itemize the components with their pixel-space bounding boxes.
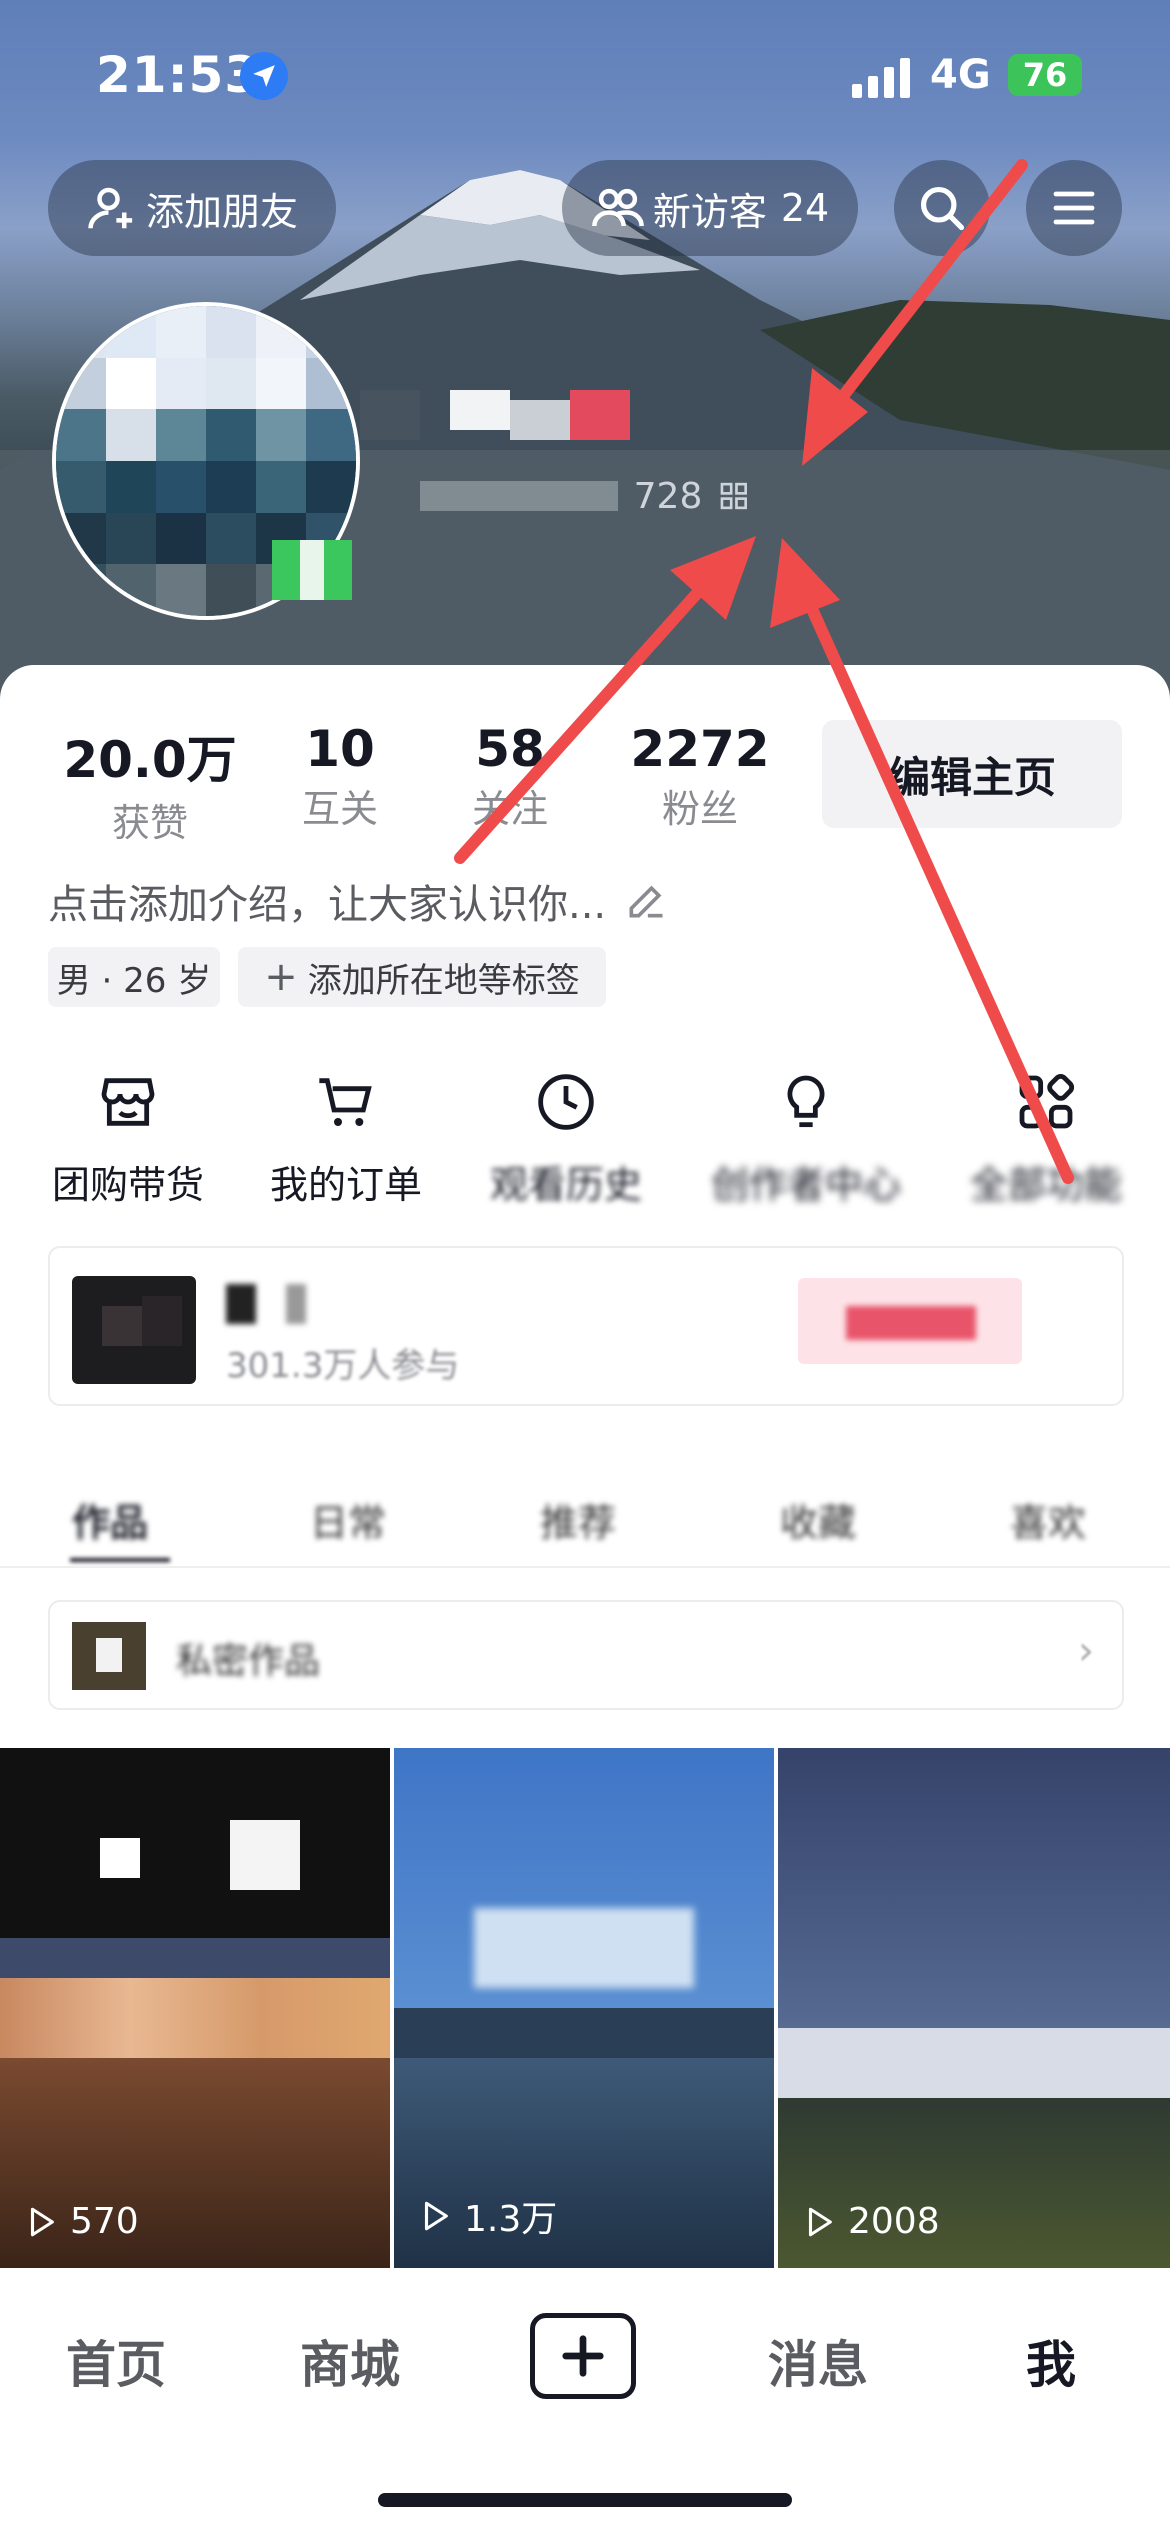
stat-likes[interactable]: 20.0万 获赞	[40, 720, 260, 847]
private-works-row[interactable]: 私密作品 ›	[48, 1600, 1124, 1710]
status-time: 21:53	[96, 46, 261, 104]
stat-followers[interactable]: 2272 粉丝	[620, 720, 780, 833]
promo-title-redacted	[226, 1284, 486, 1324]
promo-action-button[interactable]	[798, 1278, 1022, 1364]
stat-mutual[interactable]: 10 互关	[270, 720, 410, 833]
people-icon	[591, 188, 644, 227]
store-icon	[101, 1078, 155, 1126]
tab-favorites[interactable]: 收藏	[780, 1492, 856, 1547]
stat-value: 2272	[630, 720, 770, 778]
my-orders-button[interactable]: 我的订单	[236, 1070, 456, 1209]
network-type: 4G	[930, 52, 991, 98]
play-count: 1.3万	[418, 2190, 557, 2242]
tab-likes[interactable]: 喜欢	[1010, 1492, 1086, 1547]
function-label: 创作者中心	[710, 1163, 901, 1207]
search-icon	[920, 186, 965, 231]
nav-me[interactable]: 我	[1026, 2325, 1076, 2397]
qr-code-icon[interactable]	[718, 480, 750, 512]
battery-icon: 76	[1008, 54, 1082, 96]
creator-center-button[interactable]: 创作者中心	[696, 1070, 916, 1209]
tab-daily[interactable]: 日常	[310, 1492, 386, 1547]
add-location-label: 添加所在地等标签	[307, 960, 580, 1001]
stat-value: 10	[305, 720, 375, 778]
pencil-icon	[629, 885, 663, 918]
tabs-divider	[0, 1566, 1170, 1568]
lightbulb-icon	[787, 1075, 825, 1128]
function-label: 观看历史	[489, 1163, 642, 1207]
play-count: 2008	[802, 2201, 940, 2242]
gender-age-tag[interactable]: 男 · 26 岁	[48, 947, 220, 1007]
douyin-id-text: 728	[633, 475, 703, 517]
plus-icon: +	[264, 954, 298, 1000]
tab-works[interactable]: 作品	[72, 1492, 148, 1547]
menu-button[interactable]	[1026, 160, 1122, 256]
new-visitors-label: 新访客	[652, 189, 767, 234]
video-thumbnail[interactable]: 570	[0, 1748, 390, 2268]
content-tabs: 作品 日常 推荐 收藏 喜欢	[0, 1472, 1170, 1568]
promo-participants: 301.3万人参与	[226, 1346, 460, 1386]
function-label: 全部功能	[969, 1163, 1122, 1207]
plus-icon	[562, 2335, 604, 2377]
nickname-redacted	[360, 370, 630, 450]
play-count-value: 1.3万	[464, 2199, 558, 2240]
add-friend-button[interactable]: 添加朋友	[48, 160, 336, 256]
hamburger-menu-icon	[1053, 191, 1095, 225]
search-button[interactable]	[894, 160, 990, 256]
status-bar: 21:53 4G 76	[0, 0, 1170, 150]
stat-following[interactable]: 58 关注	[440, 720, 580, 833]
private-works-thumbnail	[72, 1622, 146, 1690]
video-thumbnail[interactable]: 1.3万	[394, 1748, 774, 2268]
all-functions-button[interactable]: 全部功能	[936, 1070, 1156, 1209]
new-visitors-count: 24	[780, 186, 830, 230]
stat-value: 58	[475, 720, 545, 778]
grid-icon	[1019, 1073, 1075, 1129]
stat-label: 获赞	[111, 801, 188, 845]
cart-icon	[319, 1078, 372, 1126]
play-count-value: 2008	[848, 2201, 940, 2242]
douyin-id-redacted	[420, 481, 618, 511]
stat-value: 20.0万	[63, 731, 237, 789]
douyin-id-row[interactable]: 728	[420, 475, 750, 517]
tab-recommend[interactable]: 推荐	[540, 1492, 616, 1547]
play-icon	[30, 2207, 54, 2236]
online-badge	[272, 540, 352, 600]
nav-messages[interactable]: 消息	[768, 2325, 868, 2397]
promo-thumbnail	[72, 1276, 196, 1384]
video-thumbnail[interactable]: 2008	[778, 1748, 1170, 2268]
new-visitors-button[interactable]: 新访客 24	[562, 160, 858, 256]
bottom-navigation: 首页 商城 消息 我	[0, 2275, 1170, 2532]
stat-label: 关注	[471, 787, 548, 831]
home-indicator	[378, 2493, 792, 2507]
stat-label: 粉丝	[661, 787, 738, 831]
nav-home[interactable]: 首页	[66, 2325, 166, 2397]
stat-label: 互关	[301, 787, 378, 831]
play-icon	[424, 2201, 448, 2231]
add-person-icon	[88, 187, 133, 229]
bio-row[interactable]: 点击添加介绍，让大家认识你...	[48, 872, 668, 930]
watch-history-button[interactable]: 观看历史	[456, 1070, 676, 1209]
play-icon	[808, 2207, 832, 2236]
clock-icon	[538, 1074, 594, 1130]
play-count: 570	[24, 2201, 139, 2242]
create-post-button[interactable]	[530, 2313, 636, 2399]
function-label: 团购带货	[51, 1163, 204, 1207]
edit-profile-button[interactable]: 编辑主页	[822, 720, 1122, 828]
tab-indicator	[70, 1558, 170, 1562]
add-friend-label: 添加朋友	[145, 189, 298, 234]
play-count-value: 570	[70, 2201, 139, 2242]
promo-card[interactable]: 301.3万人参与	[48, 1246, 1124, 1406]
nav-mall[interactable]: 商城	[300, 2325, 400, 2397]
signal-bars-icon	[852, 58, 910, 98]
battery-level: 76	[1022, 56, 1068, 94]
add-location-tag[interactable]: + 添加所在地等标签	[238, 947, 606, 1007]
private-works-label: 私密作品	[176, 1641, 321, 1682]
group-buy-button[interactable]: 团购带货	[18, 1070, 238, 1209]
function-label: 我的订单	[269, 1163, 422, 1207]
bio-placeholder: 点击添加介绍，让大家认识你...	[48, 882, 607, 928]
chevron-right-icon: ›	[1078, 1628, 1094, 1674]
location-arrow-icon	[240, 52, 288, 100]
